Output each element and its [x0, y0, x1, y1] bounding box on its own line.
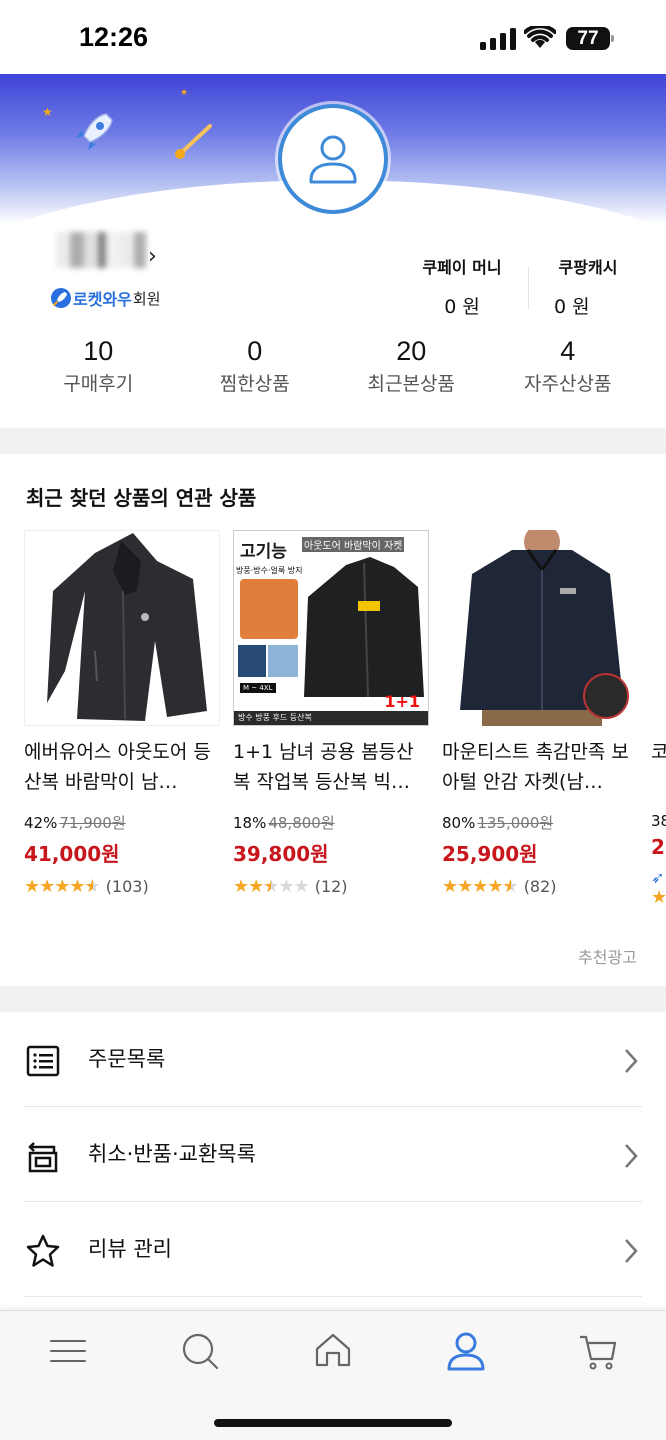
rocket-icon: ➶ — [651, 868, 665, 887]
account-menu: 주문목록 취소·반품·교환목록 리뷰 관리 — [0, 1012, 666, 1297]
battery-icon: 77 — [566, 27, 614, 50]
user-name-link[interactable]: › — [50, 228, 162, 272]
review-count: (82) — [523, 877, 557, 896]
rating-stars-icon: ★ — [651, 887, 666, 908]
discount-rate: 42% — [24, 814, 58, 832]
menu-label: 주문목록 — [88, 1047, 166, 1071]
review-count: (103) — [105, 877, 149, 896]
stat-wishlist[interactable]: 0 찜한상품 — [177, 336, 334, 398]
cellular-signal-icon — [480, 28, 516, 50]
user-icon — [309, 135, 357, 184]
menu-label: 취소·반품·교환목록 — [88, 1142, 256, 1166]
price-row: 38 — [651, 812, 666, 830]
rating: ➶ — [651, 868, 666, 887]
rating: ★★★★★ ★ (82) — [442, 876, 638, 897]
home-icon[interactable] — [313, 1331, 353, 1371]
price-row: 42% 71,900원 — [24, 812, 220, 833]
rating-stars-icon: ★★★★★★ — [233, 876, 310, 897]
chevron-right-icon — [625, 1239, 638, 1263]
product-name: 코… 노… — [651, 741, 666, 763]
product-card[interactable]: 마운티스트 촉감만족 보아털 안감 자켓(남… 80% 135,000원 25,9… — [442, 530, 638, 897]
bottom-navigation — [0, 1310, 666, 1440]
product-card[interactable]: 고기능 아웃도어 바람막이 자켓 방풍·방수·얼룩 방지 M ~ 4XL 방수 … — [233, 530, 429, 897]
rating-stars-icon: ★★★★★★ — [24, 876, 101, 897]
cart-icon[interactable] — [578, 1331, 618, 1371]
chevron-right-icon — [625, 1144, 638, 1168]
fleece-jacket-image — [442, 530, 638, 726]
menu-icon[interactable] — [48, 1331, 88, 1371]
sale-price: 41,000원 — [24, 842, 120, 866]
product-image — [24, 530, 220, 726]
status-time: 12:26 — [79, 22, 149, 52]
menu-item-orders[interactable]: 주문목록 — [24, 1012, 642, 1107]
sponsored-label[interactable]: 추천광고 — [578, 944, 637, 968]
sale-price: 25,900원 — [442, 842, 538, 866]
return-icon — [28, 1142, 58, 1173]
rating: ★★★★★ ★ (103) — [24, 876, 220, 897]
battery-level: 77 — [566, 27, 610, 50]
stat-frequently-bought[interactable]: 4 자주산상품 — [490, 336, 647, 398]
review-count: (12) — [314, 877, 348, 896]
membership-badge: 로켓와우 회원 — [50, 286, 161, 310]
rating: ★★★★★★ (12) — [233, 876, 429, 897]
comet-icon — [175, 124, 212, 159]
rating-stars-icon: ★★★★★★ — [442, 876, 519, 897]
menu-item-reviews[interactable]: 리뷰 관리 — [24, 1202, 642, 1297]
star-decoration-icon: ★ — [42, 105, 53, 119]
coupang-cash[interactable]: 쿠팡캐시 0 원 — [548, 254, 628, 319]
wallet-divider — [528, 266, 529, 310]
stat-recently-viewed[interactable]: 20 최근본상품 — [333, 336, 490, 398]
discount-rate: 38 — [651, 812, 666, 830]
original-price: 48,800원 — [268, 814, 335, 832]
sale-price: 39,800원 — [233, 842, 329, 866]
stat-reviews[interactable]: 10 구매후기 — [20, 336, 177, 398]
star-decoration-icon: ★ — [180, 88, 189, 98]
recommendation-title: 최근 찾던 상품의 연관 상품 — [26, 486, 257, 510]
product-name: 1+1 남녀 공용 봄등산복 작업복 등산복 빅… — [233, 741, 414, 793]
product-image: 고기능 아웃도어 바람막이 자켓 방풍·방수·얼룩 방지 M ~ 4XL 방수 … — [233, 530, 429, 726]
sale-price: 29 — [651, 835, 666, 859]
rocket-wow-icon — [50, 287, 72, 309]
status-bar: 12:26 77 — [0, 0, 666, 74]
discount-rate: 80% — [442, 814, 476, 832]
section-divider — [0, 986, 666, 1012]
profile-avatar[interactable] — [278, 104, 388, 214]
menu-label: 리뷰 관리 — [88, 1237, 172, 1261]
activity-stats: 10 구매후기 0 찜한상품 20 최근본상품 4 자주산상품 — [20, 336, 646, 398]
order-list-icon — [26, 1045, 60, 1077]
product-image — [442, 530, 638, 726]
member-label: 회원 — [132, 289, 161, 308]
search-icon[interactable] — [180, 1331, 220, 1371]
wifi-icon — [524, 26, 556, 48]
product-card[interactable]: 에버유어스 아웃도어 등산복 바람막이 남… 42% 71,900원 41,000… — [24, 530, 220, 897]
original-price: 71,900원 — [59, 814, 126, 832]
menu-item-returns[interactable]: 취소·반품·교환목록 — [24, 1107, 642, 1202]
home-indicator[interactable] — [214, 1419, 452, 1427]
original-price: 135,000원 — [477, 814, 554, 832]
price-row: 80% 135,000원 — [442, 812, 638, 833]
chevron-right-icon — [625, 1049, 638, 1073]
discount-rate: 18% — [233, 814, 267, 832]
jacket-image — [25, 531, 219, 725]
product-carousel[interactable]: 에버유어스 아웃도어 등산복 바람막이 남… 42% 71,900원 41,000… — [0, 530, 666, 930]
profile-icon[interactable] — [446, 1331, 486, 1371]
product-name: 마운티스트 촉감만족 보아털 안감 자켓(남… — [442, 741, 629, 793]
coupay-money[interactable]: 쿠페이 머니 0 원 — [414, 254, 510, 319]
product-image — [651, 530, 666, 726]
star-outline-icon — [26, 1234, 60, 1267]
price-row: 18% 48,800원 — [233, 812, 429, 833]
rocket-icon — [76, 113, 113, 150]
section-divider — [0, 428, 666, 454]
product-card[interactable]: 코… 노… 38 29 ➶ ★ — [651, 530, 666, 908]
rocket-wow-label: 로켓와우 — [73, 290, 132, 309]
blurred-user-name — [56, 232, 146, 268]
product-name: 에버유어스 아웃도어 등산복 바람막이 남… — [24, 741, 211, 793]
chevron-right-icon: › — [148, 244, 157, 269]
